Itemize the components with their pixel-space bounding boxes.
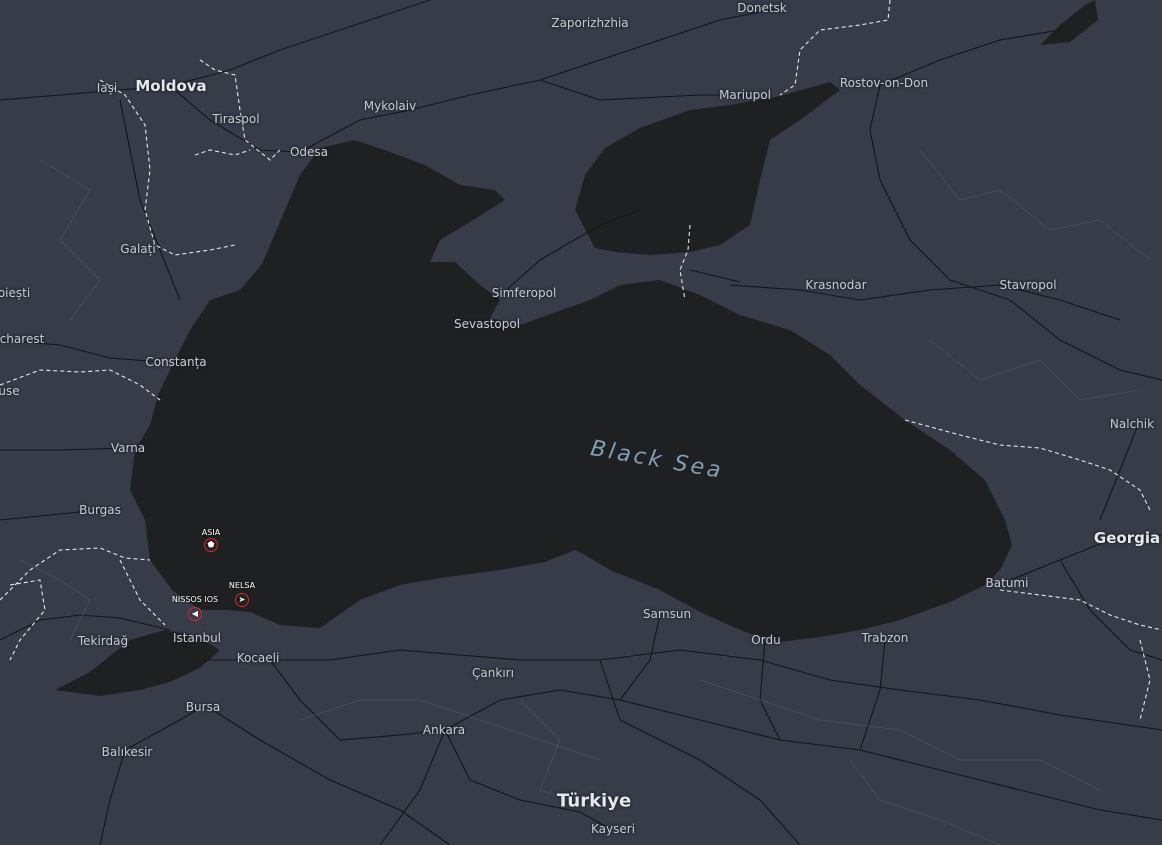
caspian-water	[1040, 0, 1098, 45]
city-label-zaporizhzhia: Zaporizhzhia	[551, 16, 629, 30]
vessel-name-nelsa: NELSA	[228, 581, 256, 590]
black-sea-water	[130, 140, 1012, 642]
azov-sea-water	[575, 82, 840, 255]
ship-icon: ◀	[191, 609, 199, 618]
map-basemap	[0, 0, 1162, 845]
city-label-istanbul: Istanbul	[172, 631, 222, 645]
city-label-balikesir: Balıkesir	[101, 745, 153, 759]
city-label-nalchik: Nalchik	[1109, 417, 1155, 431]
city-label-batumi: Batumi	[985, 576, 1029, 590]
city-label-ploiesti: oiești	[0, 286, 31, 300]
city-label-bucharest: charest	[0, 332, 45, 346]
city-label-samsun: Samsun	[642, 607, 692, 621]
city-label-mariupol: Mariupol	[719, 88, 771, 102]
city-label-galati: Galați	[120, 242, 156, 256]
city-label-tekirdag: Tekirdağ	[77, 634, 129, 648]
city-label-tiraspol: Tiraspol	[212, 112, 260, 126]
country-label-moldova: Moldova	[135, 77, 207, 95]
city-label-cankiri: Çankırı	[472, 666, 514, 680]
country-label-turkiye: Türkiye	[556, 790, 632, 812]
vessel-name-asia: ASIA	[201, 528, 221, 537]
city-label-stavropol: Stavropol	[999, 278, 1057, 292]
vessel-marker-asia[interactable]: ⬟	[204, 538, 218, 552]
country-label-georgia: Georgia	[1093, 529, 1161, 547]
city-label-donetsk: Donetsk	[737, 1, 787, 15]
vessel-marker-nissos-ios[interactable]: ◀	[188, 607, 202, 621]
city-label-rostov: Rostov-on-Don	[839, 76, 929, 90]
vessel-name-nissos-ios: NISSOS IOS	[171, 595, 219, 604]
map-canvas[interactable]: Black Sea Moldova Türkiye Georgia Zapori…	[0, 0, 1162, 845]
city-label-simferopol: Simferopol	[491, 286, 557, 300]
city-label-ruse: use	[0, 384, 20, 398]
city-label-burgas: Burgas	[79, 503, 121, 517]
city-label-bursa: Bursa	[185, 700, 221, 714]
city-label-ordu: Ordu	[751, 633, 781, 647]
ship-icon: ⬟	[207, 540, 215, 549]
city-label-constanta: Constanța	[145, 355, 207, 369]
city-label-odesa: Odesa	[289, 145, 329, 159]
ship-arrow-icon: ➤	[238, 595, 246, 604]
city-label-trabzon: Trabzon	[861, 631, 909, 645]
city-label-kocaeli: Kocaeli	[236, 651, 280, 665]
city-label-varna: Varna	[110, 441, 146, 455]
vessel-marker-nelsa[interactable]: ➤	[235, 593, 249, 607]
city-label-mykolaiv: Mykolaiv	[363, 99, 417, 113]
city-label-iasi: Iași	[96, 81, 118, 95]
city-label-ankara: Ankara	[422, 723, 466, 737]
city-label-krasnodar: Krasnodar	[805, 278, 867, 292]
city-label-sevastopol: Sevastopol	[453, 317, 521, 331]
city-label-kayseri: Kayseri	[590, 822, 636, 836]
